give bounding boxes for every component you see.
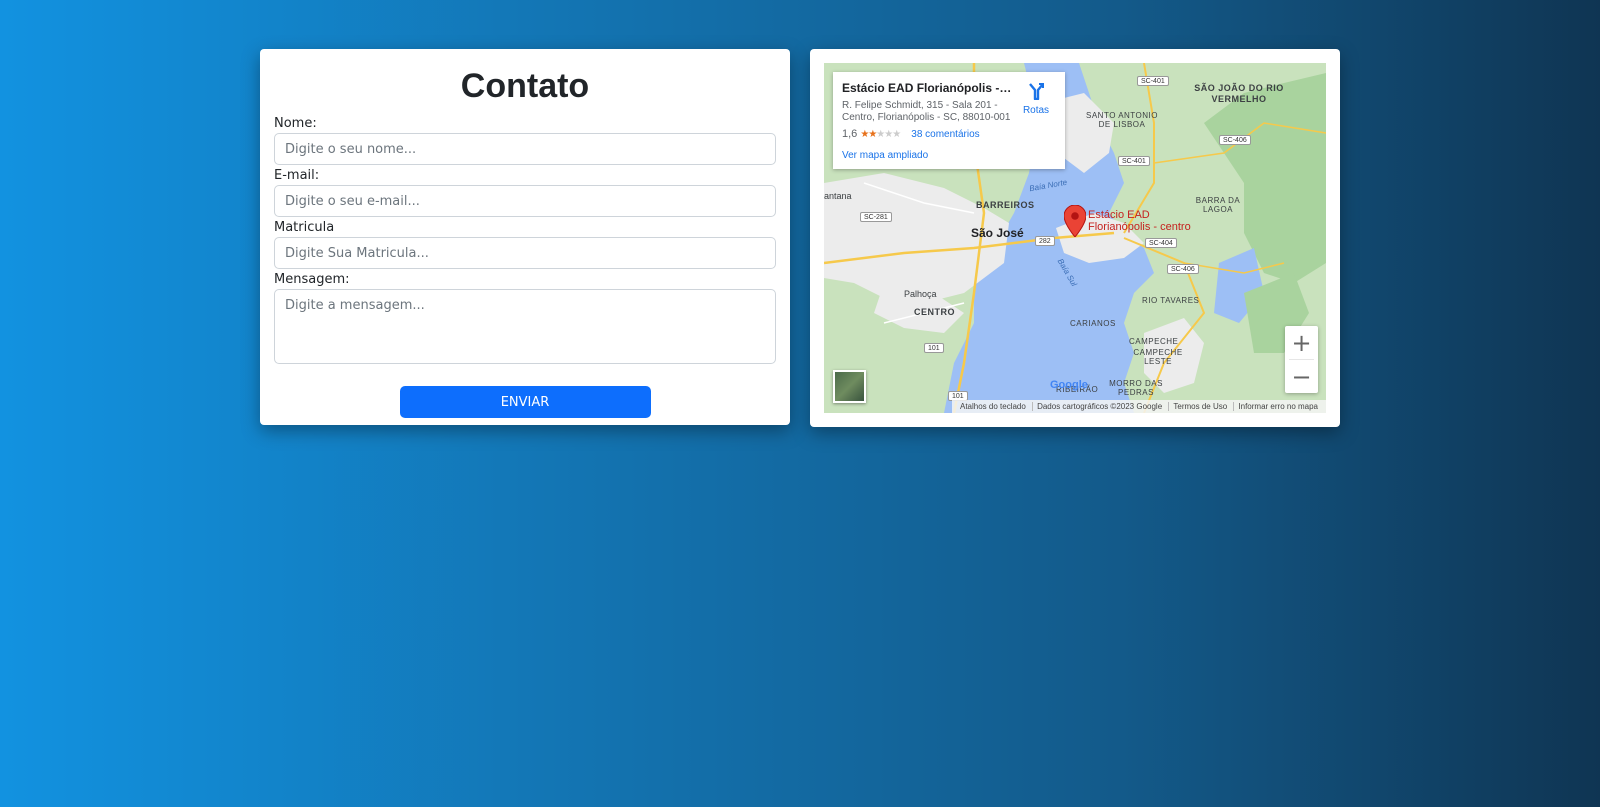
- page-title: Contato: [460, 67, 590, 105]
- email-input[interactable]: [274, 185, 776, 217]
- zoom-out-button[interactable]: −: [1285, 360, 1318, 393]
- report-error-link[interactable]: Informar erro no mapa: [1233, 402, 1322, 411]
- road-shield: SC-406: [1219, 135, 1251, 145]
- map-label-antana: antana: [824, 191, 852, 201]
- map-data-credit: Dados cartográficos ©2023 Google: [1032, 402, 1167, 411]
- map-pin-label: Estácio EAD Florianópolis - centro: [1088, 209, 1200, 233]
- google-logo: Google: [1050, 379, 1088, 391]
- map-label-rio-tavares: RIO TAVARES: [1142, 296, 1200, 305]
- map-label-morro-pedras: MORRO DAS PEDRAS: [1109, 379, 1163, 397]
- name-label: Nome:: [274, 116, 317, 131]
- map-pin-label-text: Estácio EAD Florianópolis - centro: [1088, 209, 1191, 233]
- road-shield: SC-401: [1137, 76, 1169, 86]
- road-shield: SC-406: [1167, 264, 1199, 274]
- road-shield: SC-401: [1118, 156, 1150, 166]
- road-shield: 282: [1035, 236, 1055, 246]
- map-card: São José BARREIROS Palhoça CENTRO SANTO …: [810, 49, 1340, 427]
- directions-icon: [1029, 83, 1044, 101]
- map-label-santo-antonio: SANTO ANTONIO DE LISBOA: [1086, 111, 1158, 129]
- place-rating-row: 1,6 ★★★★★ 38 comentários: [842, 127, 1056, 141]
- road-shield: SC-281: [860, 212, 892, 222]
- name-input[interactable]: [274, 133, 776, 165]
- map-pin-icon[interactable]: [1064, 205, 1086, 237]
- zoom-controls: + −: [1285, 326, 1318, 393]
- directions-label: Rotas: [1022, 105, 1050, 116]
- directions-button[interactable]: Rotas: [1021, 82, 1051, 116]
- embedded-map[interactable]: São José BARREIROS Palhoça CENTRO SANTO …: [824, 63, 1326, 413]
- message-label: Mensagem:: [274, 272, 350, 287]
- road-shield: 101: [924, 343, 944, 353]
- map-label-palhoca: Palhoça: [904, 289, 937, 299]
- submit-row: ENVIAR: [274, 386, 776, 418]
- matricula-input[interactable]: [274, 237, 776, 269]
- map-label-barreiros: BARREIROS: [976, 200, 1035, 210]
- email-label: E-mail:: [274, 168, 320, 183]
- zoom-in-button[interactable]: +: [1285, 326, 1318, 359]
- submit-button[interactable]: ENVIAR: [399, 386, 651, 418]
- map-attribution: Atalhos do teclado Dados cartográficos ©…: [952, 400, 1326, 413]
- map-label-sao-joao: SÃO JOÃO DO RIO VERMELHO: [1194, 83, 1284, 104]
- map-label-centro: CENTRO: [914, 307, 955, 317]
- map-label-campeche: CAMPECHE: [1129, 337, 1179, 346]
- map-label-carianos: CARIANOS: [1070, 319, 1116, 328]
- keyboard-shortcuts-link[interactable]: Atalhos do teclado: [956, 402, 1030, 411]
- map-label-sao-jose: São José: [971, 226, 1024, 240]
- contact-form-card: Contato Nome: E-mail: Matricula Mensagem…: [260, 49, 790, 425]
- view-larger-map-link[interactable]: Ver mapa ampliado: [842, 150, 1056, 161]
- road-shield: SC-404: [1145, 238, 1177, 248]
- map-label-barra-lagoa: BARRA DA LAGOA: [1195, 196, 1241, 214]
- rating-value: 1,6: [842, 128, 858, 140]
- message-textarea[interactable]: [274, 289, 776, 364]
- google-logo-text: Google: [1050, 379, 1088, 391]
- place-info-card: Estácio EAD Florianópolis - ce... R. Fel…: [833, 72, 1065, 169]
- terms-link[interactable]: Termos de Uso: [1168, 402, 1232, 411]
- place-address: R. Felipe Schmidt, 315 - Sala 201 - Cent…: [842, 100, 1011, 123]
- satellite-toggle-button[interactable]: [833, 370, 866, 403]
- rating-stars-icon: ★★★★★: [860, 129, 901, 140]
- place-title: Estácio EAD Florianópolis - ce...: [842, 81, 1014, 95]
- matricula-label: Matricula: [274, 220, 335, 235]
- reviews-link[interactable]: 38 comentários: [911, 129, 979, 140]
- map-label-campeche-leste: CAMPECHE LESTE: [1133, 348, 1183, 366]
